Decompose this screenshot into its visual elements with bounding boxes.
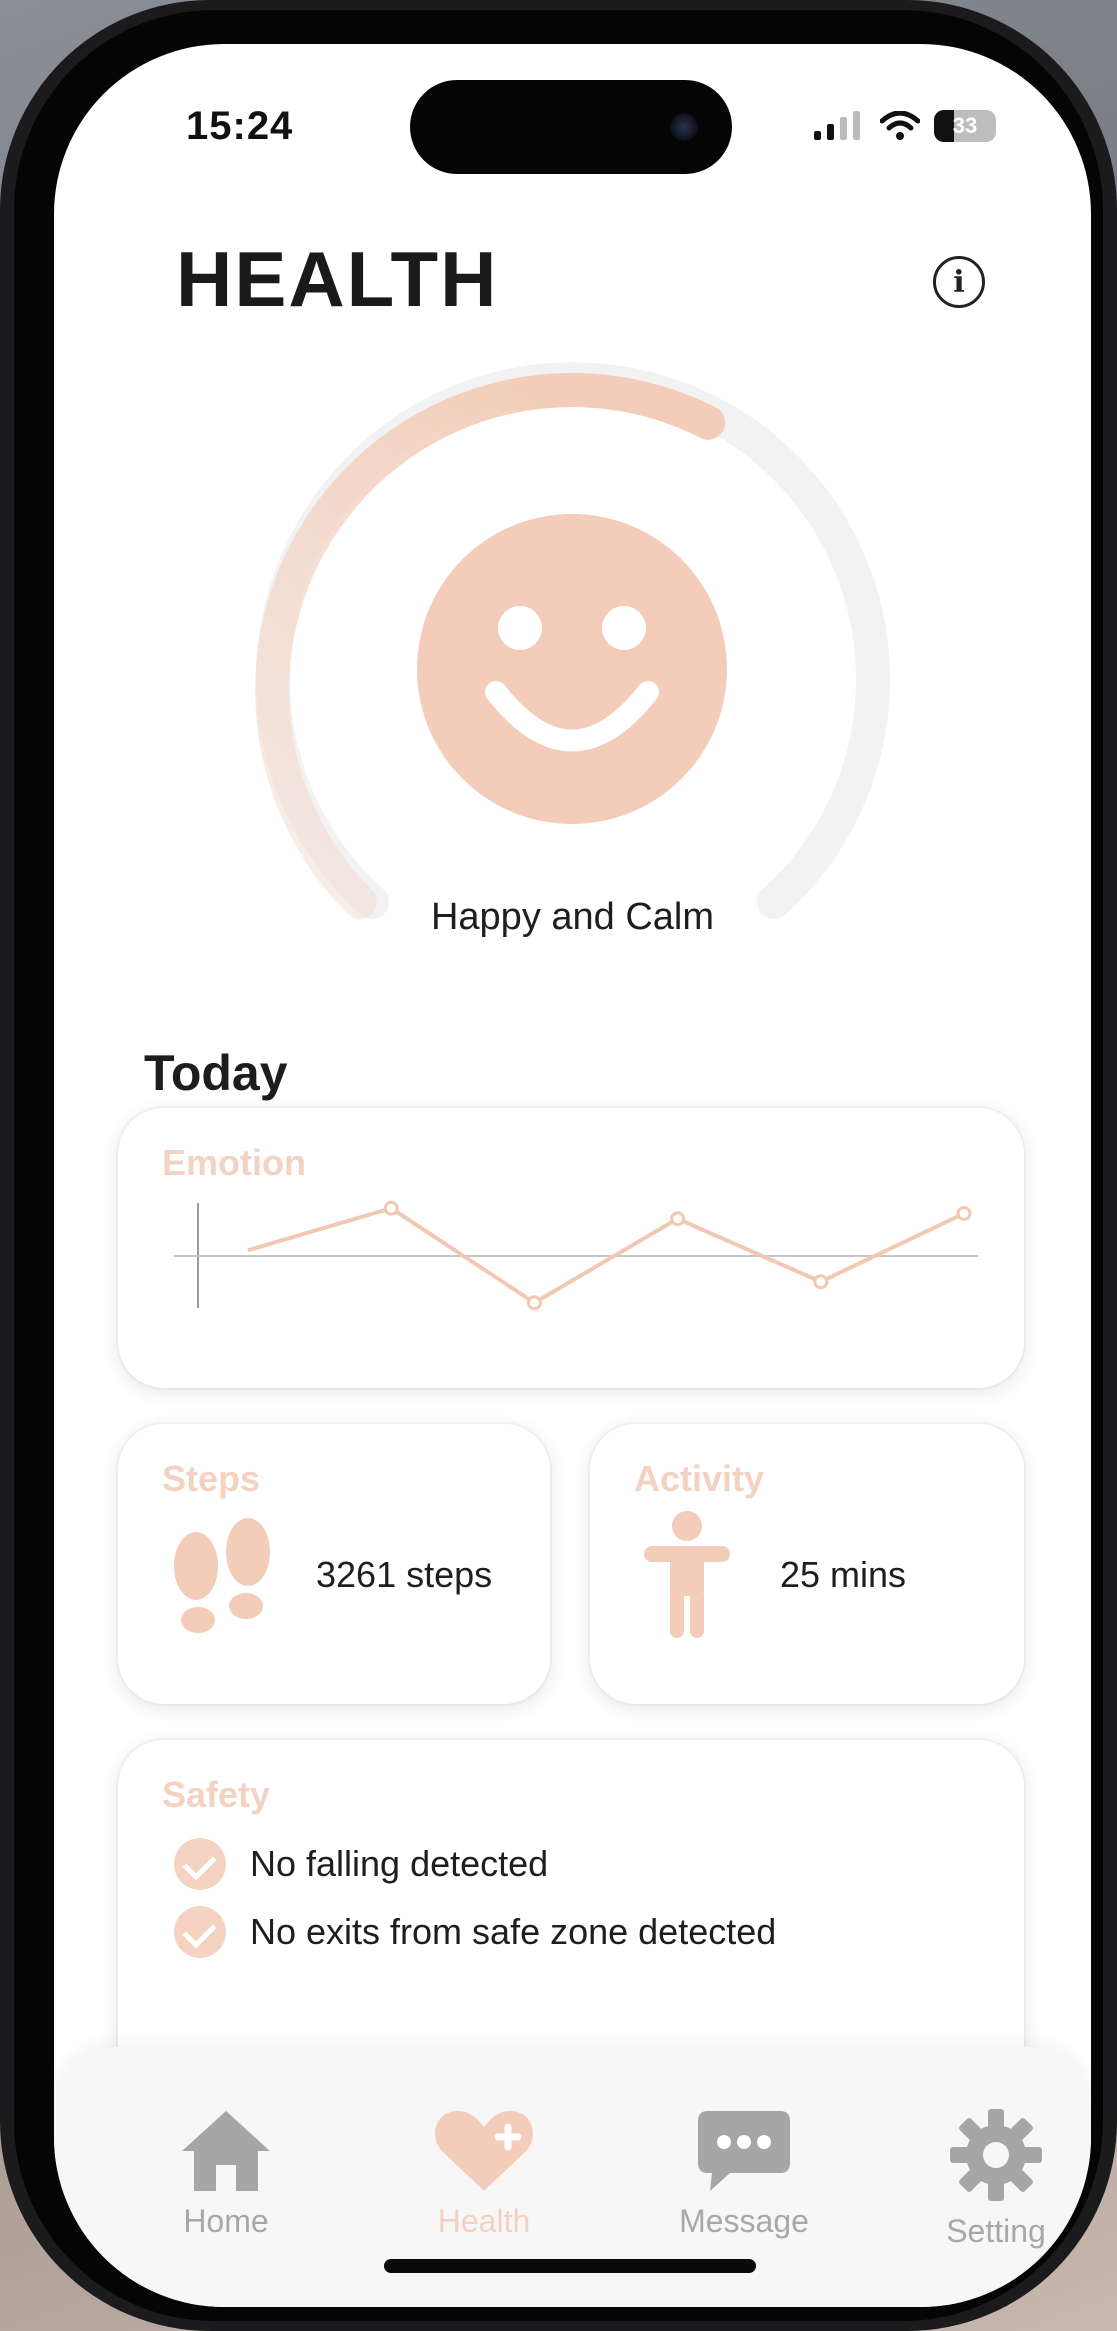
footprints-icon <box>174 1518 270 1633</box>
activity-value: 25 mins <box>780 1554 907 1595</box>
safety-item-text: No exits from safe zone detected <box>250 1911 777 1952</box>
heart-plus-icon <box>435 2111 533 2191</box>
steps-card[interactable]: Steps 3261 steps <box>118 1424 550 1704</box>
emotion-point <box>383 1200 399 1216</box>
activity-card-title: Activity <box>634 1458 765 1499</box>
tab-health[interactable]: Health <box>394 2107 574 2240</box>
emotion-trend-chart <box>174 1200 978 1311</box>
screen: 15:24 33 HEALTH i Happy and Calm Today E… <box>54 44 1091 2307</box>
tab-home[interactable]: Home <box>136 2107 316 2240</box>
steps-card-title: Steps <box>162 1458 261 1499</box>
mood-gauge <box>255 362 890 920</box>
safety-item-text: No falling detected <box>250 1843 549 1884</box>
emotion-point <box>813 1274 829 1290</box>
steps-value: 3261 steps <box>316 1554 493 1595</box>
tab-setting[interactable]: Setting <box>906 2107 1086 2250</box>
phone-frame: 15:24 33 HEALTH i Happy and Calm Today E… <box>0 0 1117 2331</box>
tab-label: Message <box>679 2203 809 2239</box>
check-icon <box>174 1838 226 1890</box>
tab-label: Setting <box>946 2213 1046 2249</box>
gear-icon <box>950 2109 1042 2201</box>
safety-card[interactable]: Safety No falling detected No exits from… <box>118 1740 1024 2100</box>
emotion-point <box>670 1211 686 1227</box>
emotion-point <box>526 1295 542 1311</box>
phone-bezel: 15:24 33 HEALTH i Happy and Calm Today E… <box>14 10 1103 2321</box>
safety-item: No falling detected <box>174 1838 548 1890</box>
tab-label: Health <box>437 2203 531 2239</box>
safety-item: No exits from safe zone detected <box>174 1906 776 1958</box>
home-indicator[interactable] <box>384 2259 756 2273</box>
home-icon <box>182 2111 270 2191</box>
today-heading: Today <box>144 1045 288 1101</box>
mood-label: Happy and Calm <box>430 896 715 938</box>
tab-label: Home <box>183 2203 269 2239</box>
emotion-point <box>956 1206 972 1221</box>
smiley-face-icon <box>417 514 727 824</box>
check-icon <box>174 1906 226 1958</box>
chat-bubble-icon <box>698 2111 790 2191</box>
activity-card[interactable]: Activity 25 mins <box>590 1424 1024 1704</box>
person-icon <box>644 1511 730 1638</box>
emotion-card[interactable]: Emotion <box>118 1108 1024 1388</box>
safety-card-title: Safety <box>162 1774 271 1815</box>
tab-message[interactable]: Message <box>654 2107 834 2240</box>
